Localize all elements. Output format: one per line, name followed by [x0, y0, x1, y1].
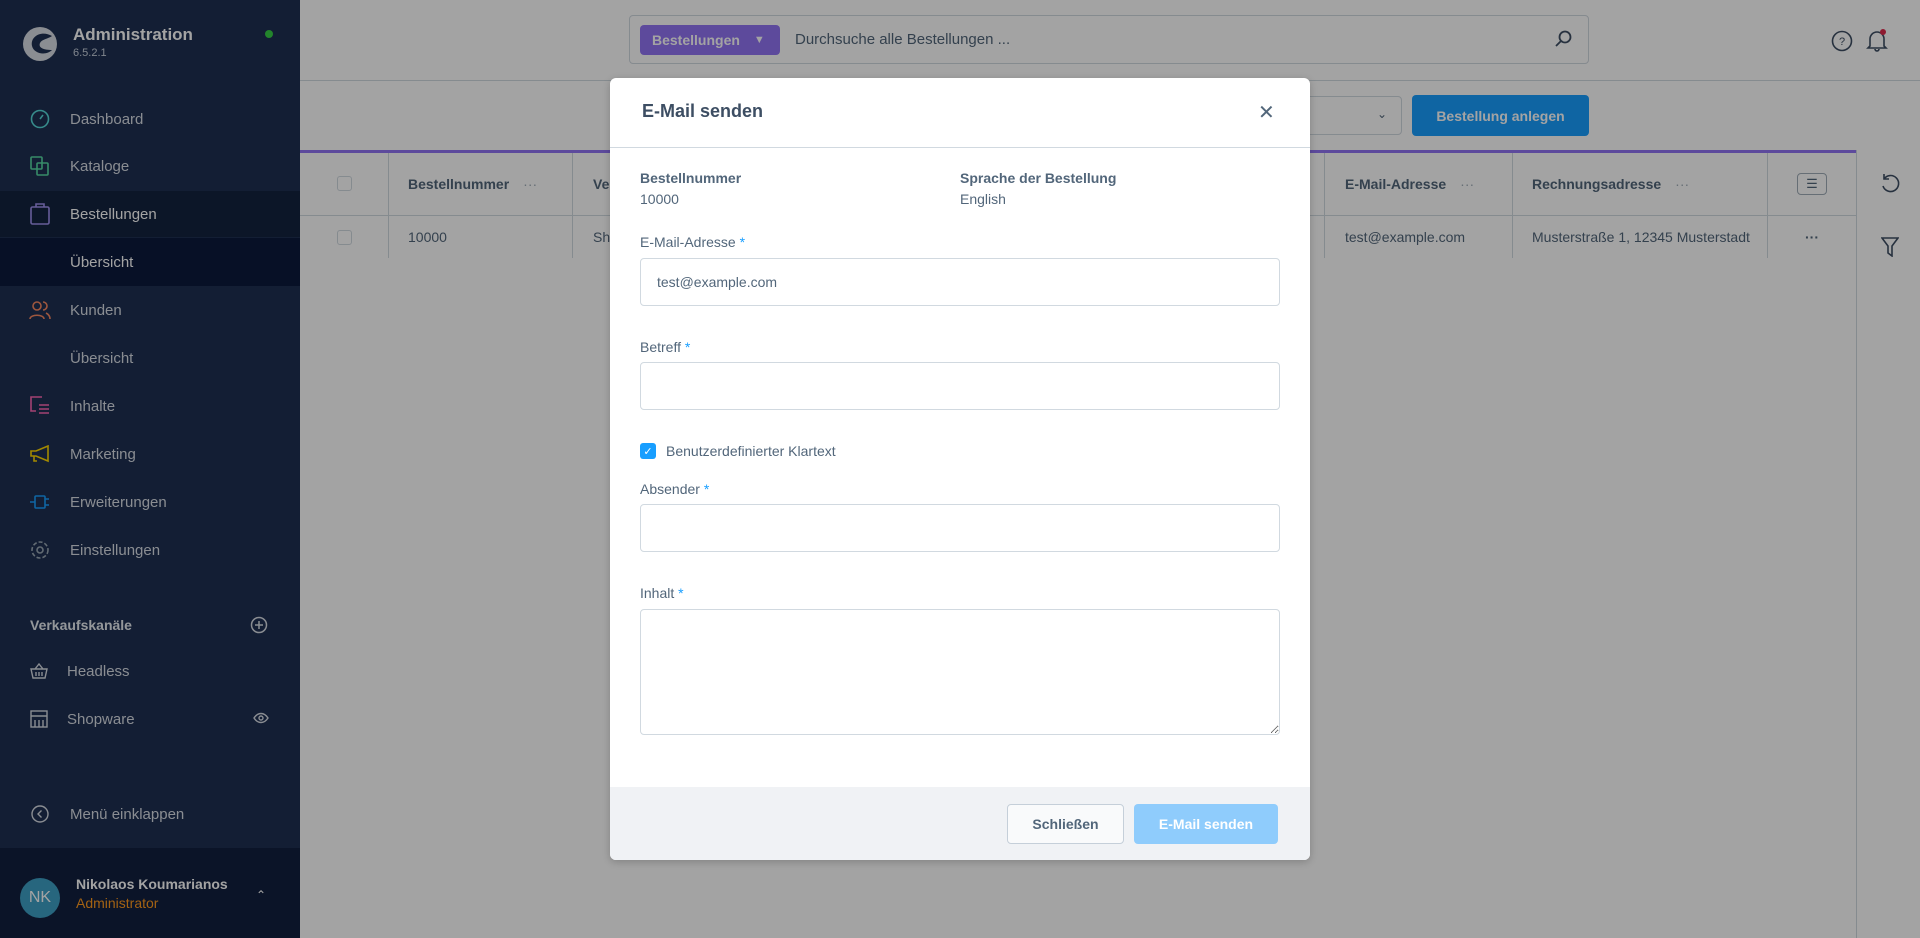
modal-footer: Schließen E-Mail senden — [610, 787, 1310, 860]
sender-field[interactable] — [640, 504, 1280, 552]
order-number-value: 10000 — [640, 191, 679, 207]
modal-title: E-Mail senden — [642, 101, 764, 121]
content-label: Inhalt * — [640, 585, 684, 601]
custom-plaintext-checkbox[interactable]: ✓ — [640, 443, 656, 459]
order-language-label: Sprache der Bestellung — [960, 170, 1117, 186]
close-icon[interactable]: ✕ — [1258, 100, 1275, 125]
subject-label: Betreff * — [640, 339, 691, 355]
custom-plaintext-label[interactable]: Benutzerdefinierter Klartext — [666, 443, 836, 459]
subject-field[interactable] — [640, 362, 1280, 410]
email-label: E-Mail-Adresse * — [640, 234, 746, 250]
sender-label: Absender * — [640, 481, 710, 497]
send-email-button[interactable]: E-Mail senden — [1134, 804, 1278, 844]
order-language-value: English — [960, 191, 1006, 207]
close-button[interactable]: Schließen — [1007, 804, 1124, 844]
send-email-modal: E-Mail senden ✕ Bestellnummer 10000 Spra… — [610, 78, 1310, 860]
order-number-label: Bestellnummer — [640, 170, 742, 186]
content-textarea[interactable] — [640, 609, 1280, 735]
email-field[interactable] — [640, 258, 1280, 306]
